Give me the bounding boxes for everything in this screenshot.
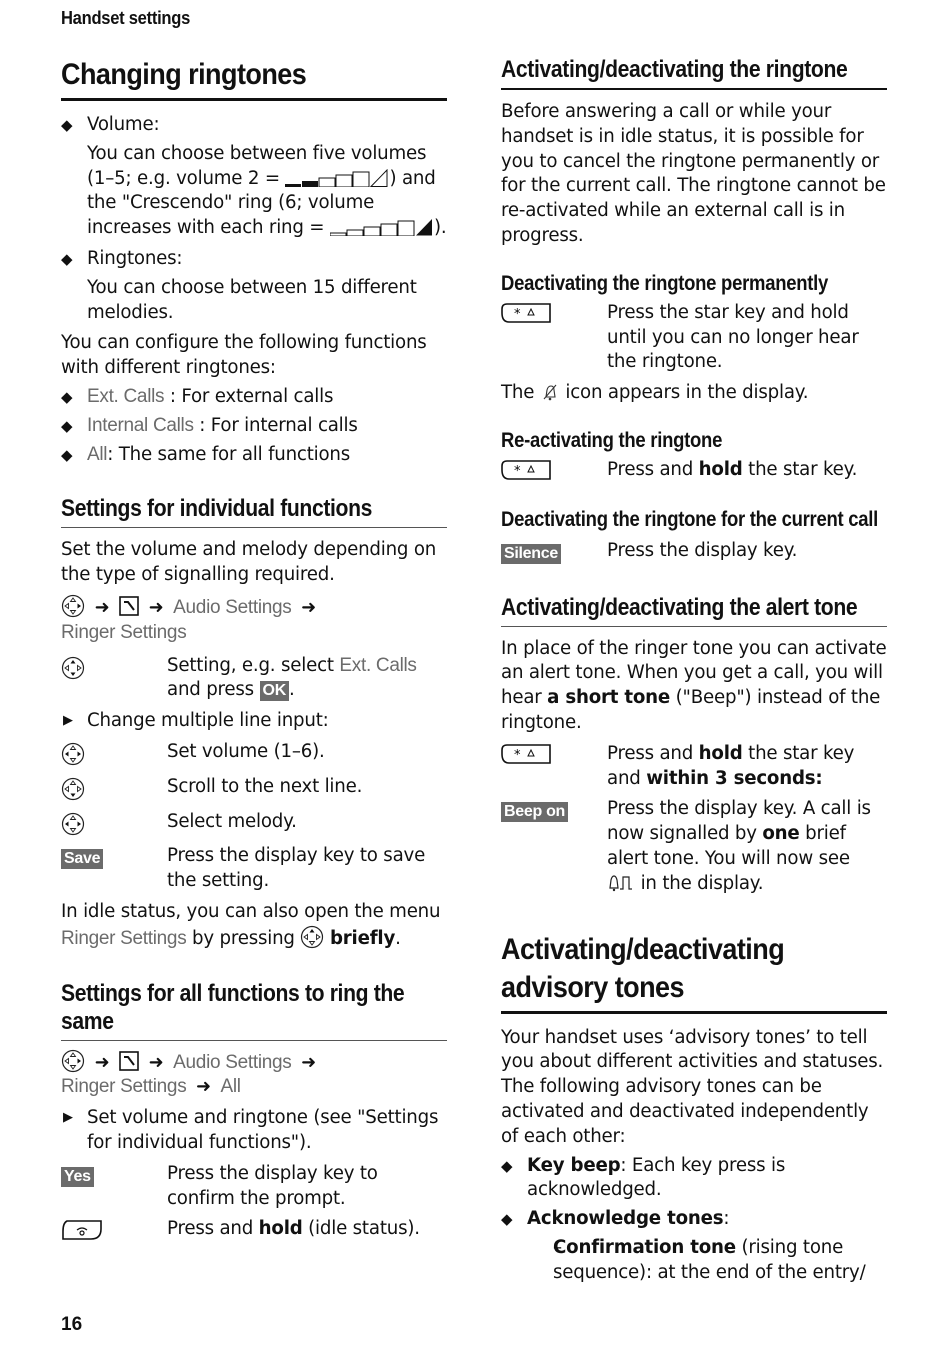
section-title-alert-tone: Activating/deactivating the alert tone [501,594,887,627]
function-item: Internal Calls : For internal calls [61,414,447,439]
page-number: 16 [61,1314,83,1335]
instruction-set-volume: Set volume and ringtone (see "Settings f… [61,1106,447,1156]
end-call-key-icon [62,1220,102,1241]
nav-key-down-icon [61,777,85,800]
star-key-icon: * [501,460,551,480]
volume-level-2-icon [285,168,388,187]
left-column: Changing ringtones Volume: You can choos… [61,56,447,1249]
step-row: Setting, e.g. select Ext. Calls and pres… [61,654,447,704]
ringer-off-note: The icon appears in the display. [501,382,809,404]
volume-description: You can choose between five volumes (1–5… [87,142,447,239]
svg-text:*: * [514,464,521,479]
step-row: * Press the star key and hold until you … [501,301,887,375]
individual-intro: Set the volume and melody depending on t… [61,539,437,586]
bullet-key-beep: Key beep: Each key press is acknowledged… [501,1154,887,1204]
star-key-icon: * [501,302,551,323]
arrow-icon: ➜ [94,1051,110,1073]
svg-text:*: * [514,307,521,322]
step-row: Select melody. [61,810,447,839]
menu-audio-settings: Audio Settings [173,596,292,618]
arrow-icon: ➜ [148,1051,164,1073]
subsection-deactivate-current: Deactivating the ringtone for the curren… [501,507,879,531]
settings-wrench-icon [119,596,139,616]
menu-audio-settings: Audio Settings [173,1051,292,1073]
step-row: Beep on Press the display key. A call is… [501,797,887,896]
section-title-individual-functions: Settings for individual functions [61,495,447,529]
menu-path: ➜ ➜ Audio Settings ➜ Ringer Settings [61,594,447,646]
menu-ringer-settings: Ringer Settings [61,621,187,643]
step-row: Set volume (1–6). [61,740,447,769]
svg-text:*: * [514,748,521,763]
step-row: Yes Press the display key to confirm the… [61,1162,447,1212]
menu-all: All [220,1076,241,1098]
menu-path: ➜ ➜ Audio Settings ➜ Ringer Settings ➜ A… [61,1049,447,1101]
ringtones-description: You can choose between 15 different melo… [87,276,417,323]
function-item: Ext. Calls : For external calls [61,385,447,410]
volume-crescendo-icon [329,219,432,237]
ringtone-intro: Before answering a call or while your ha… [501,101,886,246]
arrow-icon: ➜ [301,596,316,618]
softkey-silence: Silence [501,543,561,564]
settings-wrench-icon [119,1050,139,1071]
bullet-acknowledge-tones: Acknowledge tones: [501,1207,887,1232]
right-column: Activating/deactivating the ringtone Bef… [501,56,887,1286]
section-title-changing-ringtones: Changing ringtones [61,56,447,101]
step-row: Press and hold (idle status). [61,1217,447,1249]
softkey-beep-on: Beep on [501,802,569,823]
arrow-icon: ➜ [94,596,110,618]
step-row: * Press and hold the star key and within… [501,742,887,792]
arrow-icon: ➜ [301,1051,316,1073]
bullet-volume: Volume: [61,113,447,138]
advisory-intro: Your handset uses ‘advisory tones’ to te… [501,1026,884,1147]
subsection-deactivate-permanently: Deactivating the ringtone permanently [501,271,829,295]
subsection-reactivate: Re-activating the ringtone [501,428,723,452]
nav-key-right-icon [301,925,324,948]
alert-tone-icon [609,875,632,891]
function-item: All: The same for all functions [61,443,447,468]
arrow-icon: ➜ [196,1076,211,1098]
ringer-off-icon [543,384,557,401]
dash-confirmation-tone: Confirmation tone (rising tone sequence)… [527,1236,887,1286]
nav-key-left-right-icon [61,742,85,766]
nav-key-left-right-icon [61,812,85,835]
idle-hint: In idle status, you can also open the me… [61,900,441,949]
bullet-ringtones: Ringtones: [61,247,447,272]
configure-text: You can configure the following function… [61,332,427,379]
step-row: Silence Press the display key. [501,539,887,566]
running-header: Handset settings [61,8,191,28]
nav-key-right-icon [61,1049,85,1072]
softkey-ok: OK [259,681,289,702]
step-row: Scroll to the next line. [61,775,447,804]
softkey-yes: Yes [61,1166,94,1187]
arrow-icon: ➜ [148,596,164,618]
step-row: Save Press the display key to save the s… [61,844,447,894]
section-title-ringtone: Activating/deactivating the ringtone [501,56,887,90]
step-row: * Press and hold the star key. [501,458,887,485]
star-key-icon: * [501,743,551,764]
section-title-all-functions: Settings for all functions to ring the s… [61,980,447,1041]
section-title-advisory-tones: Activating/deactivating advisory tones [501,931,887,1014]
instruction-change-multi: Change multiple line input: [61,709,447,734]
alert-intro: In place of the ringer tone you can acti… [501,637,887,733]
softkey-save: Save [61,849,104,870]
nav-key-up-down-icon [61,656,85,679]
nav-key-right-icon [61,594,85,618]
menu-ringer-settings: Ringer Settings [61,1076,187,1098]
